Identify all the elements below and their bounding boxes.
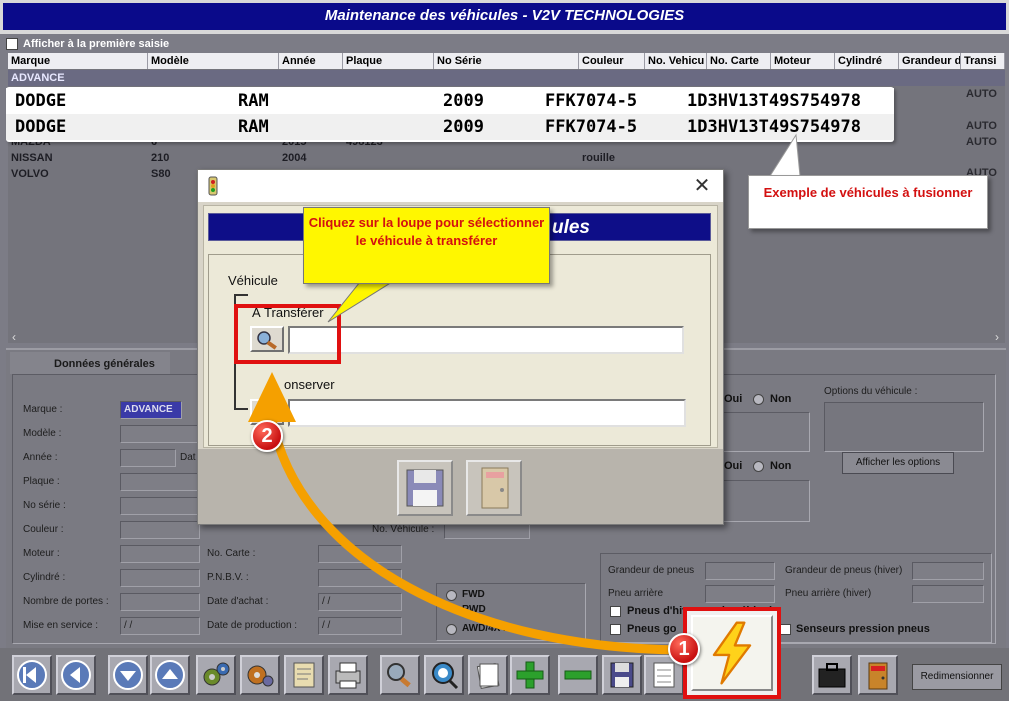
tutorial-callout-example: Exemple de véhicules à fusionner	[748, 175, 988, 229]
orange-arrow-head	[248, 372, 296, 422]
step-1-badge: 1	[668, 633, 700, 665]
step-2-badge: 2	[251, 420, 283, 452]
orange-arrow-path	[267, 415, 693, 655]
yellow-callout-pointer	[327, 281, 394, 323]
white-callout-pointer	[769, 133, 801, 177]
tutorial-callout-lookup: Cliquez sur la loupe pour sélectionner l…	[303, 207, 550, 284]
tutorial-overlay-svg	[248, 133, 801, 655]
